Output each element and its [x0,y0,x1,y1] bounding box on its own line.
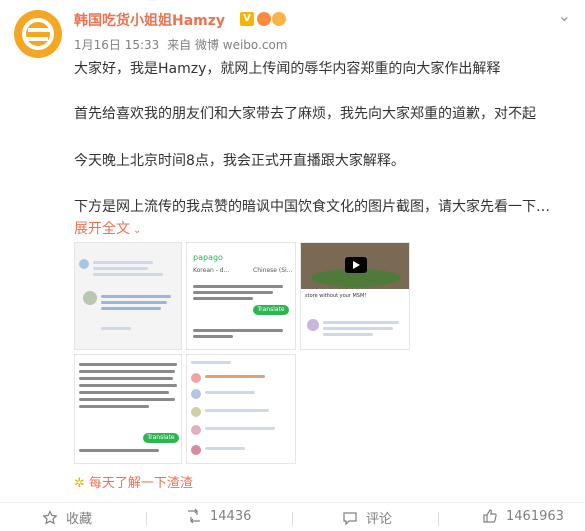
topic-label: 每天了解一下渣渣 [88,476,193,491]
lang-to: Chinese (Si... [253,267,293,274]
thumbs-up-icon [482,508,498,524]
post-paragraph: 大家好，我是Hamzy，就网上传闻的辱华内容郑重的向大家作出解释 [74,61,501,77]
post-paragraph: 首先给喜欢我的朋友们和大家带去了麻烦，我先向大家郑重的道歉，对不起 [74,106,536,122]
avatar-ring [22,18,54,50]
text-line [101,301,167,304]
medal-icon [257,12,271,26]
text-line [101,327,131,330]
avatar [307,319,319,331]
image-thumbnail-1[interactable] [74,242,182,350]
image-thumbnail-4[interactable]: Translate [74,354,182,464]
avatar [83,291,97,305]
verified-icon: V [240,12,254,26]
separator [146,512,147,526]
chevron-down-icon: ⌄ [133,225,142,236]
text-line [79,370,175,373]
text-line [323,327,393,330]
comment-label: 评论 [366,512,393,527]
topic-link[interactable]: ✲ 每天了解一下渣渣 [74,472,193,491]
text-line [205,409,269,412]
text-line [205,375,265,378]
text-line [93,261,153,264]
image-thumbnail-3[interactable]: store without your MSM! [300,242,410,350]
post-paragraph: 下方是网上流传的我点赞的暗讽中国饮食文化的图片截图，请大家先看一下… [74,199,550,215]
repost-icon [186,508,202,524]
avatar [191,373,201,383]
comment-button[interactable]: 评论 [342,508,392,527]
text-line [205,427,275,430]
text-line [193,297,253,300]
text-line [79,384,177,387]
separator [292,512,293,526]
lang-from: Korean - d... [193,267,230,274]
text-line [93,273,163,276]
image-thumbnail-5[interactable] [186,354,296,464]
comment-icon [342,510,358,526]
text-line [193,285,283,288]
text-line [79,405,149,408]
text-line [79,363,177,366]
post-meta: 1月16日 15:33 来自 微博 weibo.com [74,36,292,53]
text-line [193,291,273,294]
text-line [79,391,169,394]
app-name: papago [193,253,223,262]
caption: store without your MSM! [305,293,367,299]
text-line [193,335,233,338]
text-line [323,321,399,324]
text-line [193,329,283,332]
text-line [101,295,171,298]
avatar [191,425,201,435]
text-line [79,398,175,401]
avatar-logo-bar [26,37,48,41]
like-button[interactable]: 1461963 [482,508,564,524]
text-line [93,267,148,270]
avatar [191,389,201,399]
text-line [205,447,245,450]
text-line [205,391,255,394]
avatar [79,259,89,269]
expand-label: 展开全文 [74,221,130,237]
post-source: 来自 微博 weibo.com [167,38,288,52]
post-paragraph: 今天晚上北京时间8点，我会正式开直播跟大家解释。 [74,153,405,169]
divider [0,502,585,503]
expand-button[interactable]: 展开全文 ⌄ [74,218,141,238]
text-line [79,449,159,452]
image-thumbnail-2[interactable]: papago Korean - d... Chinese (Si... Tran… [186,242,296,350]
play-icon [345,257,367,273]
text-line [191,361,231,364]
post-time[interactable]: 1月16日 15:33 [74,38,159,52]
text-line [79,377,173,380]
favorite-label: 收藏 [66,512,93,527]
repost-button[interactable]: 14436 [186,508,251,524]
star-icon [42,509,58,526]
avatar [191,407,201,417]
avatar [191,445,201,455]
avatar[interactable] [14,10,62,58]
translate-button: Translate [253,305,289,315]
medal-icon [272,12,286,26]
like-count: 1461963 [506,508,564,524]
translate-button: Translate [143,433,179,443]
username[interactable]: 韩国吃货小姐姐Hamzy [74,10,225,30]
repost-count: 14436 [210,508,252,524]
favorite-button[interactable]: 收藏 [42,508,92,527]
text-line [101,307,161,310]
separator [438,512,439,526]
text-line [323,333,373,336]
avatar-logo-bar [28,28,50,32]
sparkle-icon: ✲ [74,476,85,491]
chevron-down-icon[interactable]: ⌄ [558,6,571,25]
